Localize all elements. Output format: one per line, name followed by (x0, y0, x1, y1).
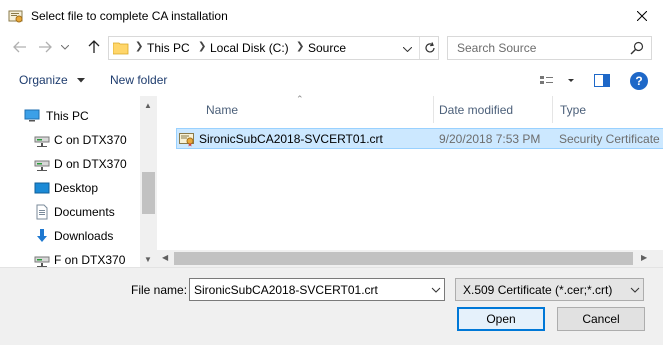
column-header-name[interactable]: Name (206, 103, 238, 117)
column-header-date[interactable]: Date modified (439, 103, 513, 117)
nav-item-this-pc[interactable]: This PC (0, 104, 140, 128)
documents-icon (34, 204, 50, 220)
file-type-select[interactable]: X.509 Certificate (*.cer;*.crt) (455, 278, 644, 301)
preview-pane-button[interactable] (594, 73, 610, 89)
scroll-up-icon[interactable]: ▲ (144, 101, 152, 110)
scroll-left-icon[interactable]: ◀ (162, 253, 168, 262)
new-folder-button[interactable]: New folder (110, 73, 167, 87)
address-dropdown-button[interactable] (400, 42, 414, 56)
file-name-input[interactable]: SironicSubCA2018-SVCERT01.crt (189, 278, 445, 301)
column-header-type[interactable]: Type (560, 103, 586, 117)
arrow-left-icon (13, 41, 26, 53)
window-title: Select file to complete CA installation (31, 9, 228, 23)
nav-item-documents[interactable]: Documents (0, 200, 140, 224)
breadcrumb-local-disk[interactable]: Local Disk (C:) (210, 41, 289, 55)
certificate-icon (179, 131, 195, 147)
nav-item-c-drive[interactable]: C on DTX370 (0, 128, 140, 152)
organize-label: Organize (19, 73, 68, 87)
chevron-down-icon (61, 44, 69, 50)
folder-icon (112, 41, 129, 55)
file-name: SironicSubCA2018-SVCERT01.crt (199, 132, 383, 146)
recent-locations-button[interactable] (59, 38, 71, 56)
view-list-icon (540, 76, 574, 84)
nav-item-label: D on DTX370 (54, 157, 127, 171)
chevron-right-icon: ❯ (296, 41, 305, 52)
help-button[interactable]: ? (630, 72, 648, 90)
address-bar[interactable]: ❯ This PC ❯ Local Disk (C:) ❯ Source (108, 36, 439, 60)
arrow-up-icon (88, 40, 100, 53)
close-button[interactable] (621, 0, 663, 31)
file-type: Security Certificate (559, 132, 660, 146)
network-drive-icon (34, 132, 50, 148)
search-input[interactable]: Search Source (447, 36, 652, 60)
breadcrumb-this-pc[interactable]: This PC (147, 41, 190, 55)
open-button[interactable]: Open (457, 307, 545, 331)
scroll-down-icon[interactable]: ▼ (144, 255, 152, 264)
search-icon (630, 41, 644, 55)
column-header-row: ⌃ Name Date modified Type (157, 94, 663, 123)
arrow-right-icon (39, 41, 52, 53)
nav-item-d-drive[interactable]: D on DTX370 (0, 152, 140, 176)
nav-item-downloads[interactable]: Downloads (0, 224, 140, 248)
file-name-label: File name: (131, 283, 188, 297)
chevron-down-icon (629, 284, 641, 296)
nav-item-label: Desktop (54, 181, 99, 195)
file-name-value: SironicSubCA2018-SVCERT01.crt (194, 283, 378, 297)
horizontal-scrollbar-thumb[interactable] (174, 252, 633, 265)
column-divider[interactable] (433, 96, 434, 123)
chevron-down-icon (77, 78, 86, 83)
file-type-value: X.509 Certificate (*.cer;*.crt) (463, 283, 613, 297)
column-divider[interactable] (552, 96, 553, 123)
preview-pane-icon (594, 74, 610, 87)
nav-item-label: C on DTX370 (54, 133, 127, 147)
breadcrumb-source[interactable]: Source (308, 41, 346, 55)
sort-ascending-icon: ⌃ (296, 94, 304, 104)
change-view-button[interactable] (539, 73, 575, 89)
organize-button[interactable]: Organize (19, 73, 86, 87)
chevron-right-icon: ❯ (135, 41, 144, 52)
cancel-button[interactable]: Cancel (557, 307, 645, 331)
chevron-right-icon: ❯ (198, 41, 207, 52)
downloads-icon (34, 228, 50, 244)
close-icon (637, 10, 647, 21)
nav-scrollbar-thumb[interactable] (142, 172, 155, 214)
title-bar: Select file to complete CA installation (0, 0, 663, 31)
nav-item-label: F on DTX370 (54, 253, 126, 267)
nav-item-desktop[interactable]: Desktop (0, 176, 140, 200)
refresh-button[interactable] (419, 37, 439, 59)
up-button[interactable] (85, 38, 103, 56)
network-drive-icon (34, 252, 50, 268)
chevron-down-icon (431, 287, 441, 293)
desktop-icon (34, 180, 50, 196)
nav-item-label: Downloads (54, 229, 114, 243)
pc-icon (24, 108, 40, 124)
scroll-right-icon[interactable]: ▶ (641, 253, 647, 262)
navigation-pane: This PC C on DTX370 D on DTX370 Desktop … (0, 96, 157, 267)
search-placeholder: Search Source (457, 41, 537, 55)
file-name-dropdown-button[interactable] (430, 284, 442, 296)
forward-button[interactable] (36, 38, 54, 56)
network-drive-icon (34, 156, 50, 172)
toolbar: Organize New folder ? (0, 66, 663, 96)
nav-item-label: This PC (46, 109, 89, 123)
file-date-modified: 9/20/2018 7:53 PM (439, 132, 541, 146)
file-row[interactable]: SironicSubCA2018-SVCERT01.crt 9/20/2018 … (176, 128, 663, 149)
nav-item-label: Documents (54, 205, 115, 219)
chevron-down-icon (402, 46, 412, 52)
back-button[interactable] (11, 38, 29, 56)
help-icon: ? (635, 74, 643, 88)
app-icon (8, 8, 24, 24)
file-list: ⌃ Name Date modified Type SironicSubCA20… (157, 94, 663, 267)
refresh-icon (424, 42, 435, 53)
